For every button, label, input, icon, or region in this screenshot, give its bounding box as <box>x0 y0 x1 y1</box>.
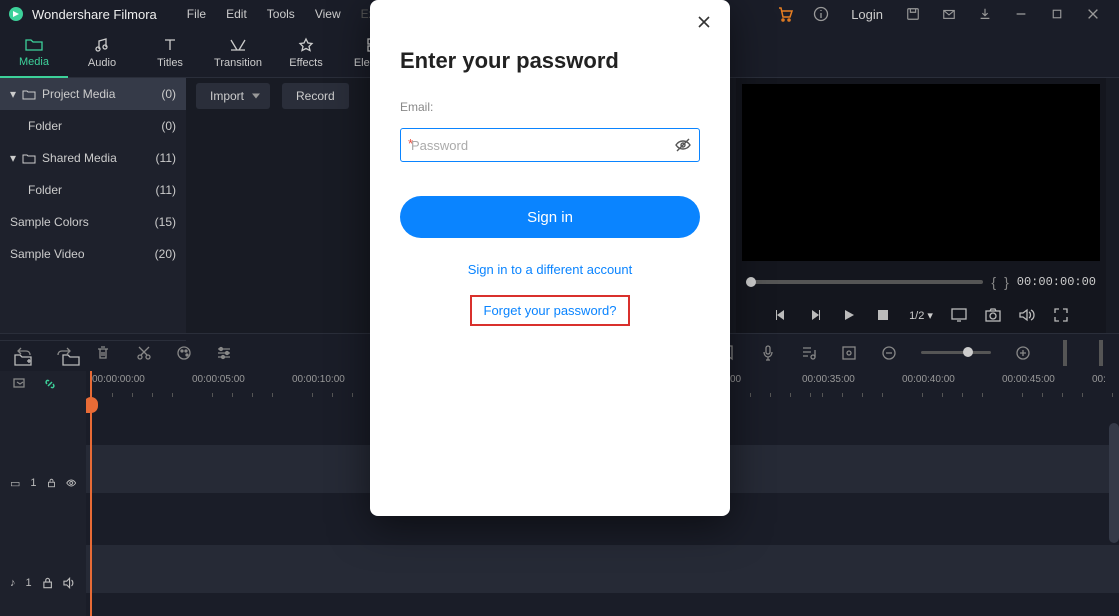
toggle-password-icon[interactable] <box>674 136 692 154</box>
forgot-password-link[interactable]: Forget your password? <box>484 303 617 318</box>
signin-button[interactable]: Sign in <box>400 196 700 238</box>
password-input[interactable] <box>400 128 700 162</box>
password-modal: Enter your password Email: * Sign in Sig… <box>370 0 730 516</box>
modal-title: Enter your password <box>400 48 700 74</box>
close-icon[interactable] <box>696 14 716 34</box>
different-account-link[interactable]: Sign in to a different account <box>400 262 700 277</box>
modal-backdrop: Enter your password Email: * Sign in Sig… <box>0 0 1119 598</box>
email-label: Email: <box>400 100 700 114</box>
